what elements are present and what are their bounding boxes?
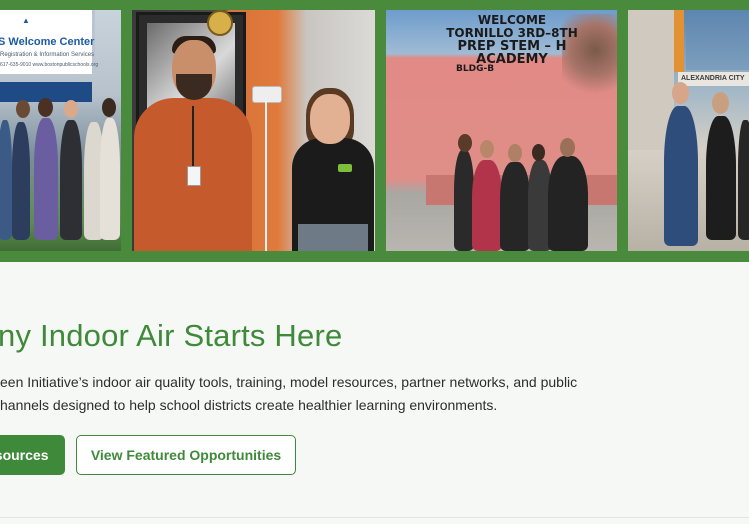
hero-description-line: hannels designed to help school district…: [0, 397, 498, 413]
sensor-cable: [265, 101, 267, 251]
photo-staff-with-sensor: [132, 10, 375, 251]
group-person: [472, 160, 502, 251]
group-person: [454, 150, 474, 251]
welcome-center-sign: ▲ S Welcome Center Registration & Inform…: [0, 10, 99, 74]
group-person: [60, 120, 82, 240]
person-head: [102, 98, 116, 117]
shirt-logo: [338, 164, 352, 172]
group-person: [738, 120, 749, 240]
group-person: [500, 162, 530, 251]
group-person: [664, 106, 698, 246]
group-person: [34, 118, 58, 240]
photo-tornillo-school: WELCOME TORNILLO 3RD–8TH PREP STEM – H A…: [386, 10, 617, 251]
air-quality-sensor: [252, 86, 282, 103]
id-badge: [187, 166, 201, 186]
welcome-center-sign-title: S Welcome Center: [0, 36, 95, 48]
photo-alexandria-building: ALEXANDRIA CITY: [628, 10, 749, 251]
group-person: [0, 120, 12, 240]
school-building-sign: WELCOME TORNILLO 3RD–8TH PREP STEM – H A…: [446, 13, 578, 67]
view-featured-opportunities-button[interactable]: View Featured Opportunities: [76, 435, 296, 475]
building-label: BLDG-B: [456, 64, 495, 74]
hero-title: ny Indoor Air Starts Here: [0, 318, 343, 353]
group-person: [12, 122, 30, 240]
resources-button[interactable]: esources: [0, 435, 65, 475]
section-divider: [0, 517, 749, 518]
person-head: [64, 100, 78, 118]
person-head: [38, 98, 53, 117]
welcome-center-sign-url: 617-635-9010 www.bostonpublicschools.org: [0, 62, 99, 68]
photo-gallery-strip: ▲ S Welcome Center Registration & Inform…: [0, 0, 749, 262]
school-logo-icon: ▲: [22, 16, 30, 25]
group-person: [706, 116, 736, 240]
person-head: [16, 100, 30, 118]
hero-description: een Initiative’s indoor air quality tool…: [0, 371, 600, 417]
group-person: [548, 156, 588, 251]
building-sign: ALEXANDRIA CITY: [678, 72, 749, 86]
wall-emblem: [207, 10, 233, 36]
hero-description-line: een Initiative’s indoor air quality tool…: [0, 374, 578, 390]
group-person: [100, 118, 120, 240]
staff-woman-head: [310, 94, 350, 144]
photo-welcome-center-group: ▲ S Welcome Center Registration & Inform…: [0, 10, 121, 251]
welcome-center-sign-subtitle: Registration & Information Services: [0, 52, 95, 58]
